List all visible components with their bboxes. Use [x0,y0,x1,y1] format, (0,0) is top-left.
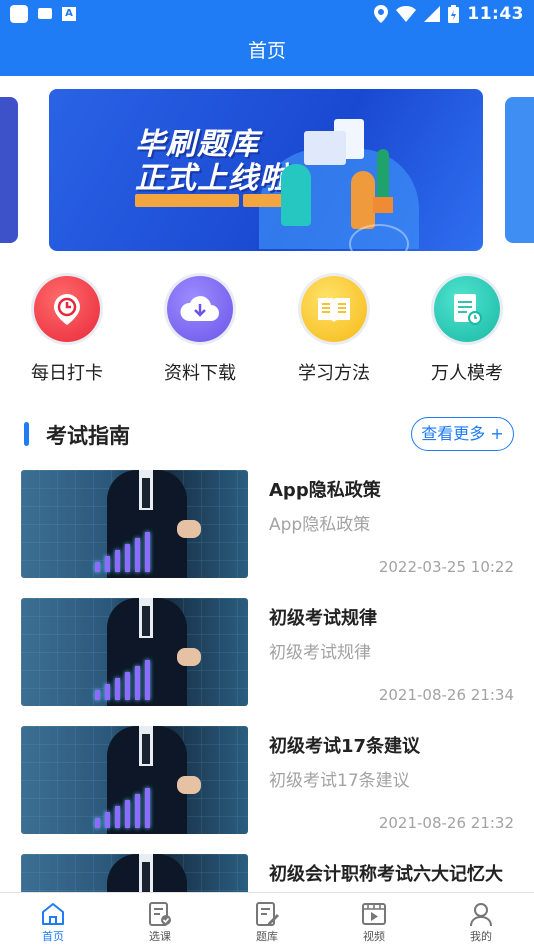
article-title: App隐私政策 [269,480,381,501]
section-title: 考试指南 [46,424,130,448]
quick-entry-mock-exam[interactable]: 万人模考 [417,276,517,385]
tab-profile[interactable]: 我的 [446,893,516,950]
exam-guide-section-header: 考试指南 查看更多 + [0,416,534,452]
app-screen: A 11:43 首页 毕刷题库 正式上线啦! 每日打卡 资料下载 学习方法 万人… [0,0,534,950]
banner-pot-illustration [373,197,393,213]
home-icon [42,903,64,925]
article-thumbnail [21,726,248,834]
banner-next-slide[interactable] [505,97,534,243]
article-thumbnail [21,598,248,706]
video-icon [362,903,386,925]
tab-video[interactable]: 视频 [339,893,409,950]
quick-entry-row: 每日打卡 资料下载 学习方法 万人模考 [0,276,534,386]
banner-person-illustration-2 [351,171,375,229]
app-notification-icon [10,5,28,23]
notification-icons: A [10,5,76,23]
text-notification-icon: A [62,7,76,21]
alarm-clock-icon [34,276,100,342]
page-title: 首页 [247,40,286,62]
status-right: 11:43 [374,4,524,24]
battery-icon [448,5,460,23]
location-icon [374,5,389,23]
article-item[interactable]: App隐私政策 App隐私政策 2022-03-25 10:22 [0,470,534,578]
quick-entry-checkin[interactable]: 每日打卡 [17,276,117,385]
article-summary: 初级考试规律 [269,643,371,663]
tab-label: 视频 [363,930,385,943]
banner-prev-slide[interactable] [0,97,18,243]
article-item[interactable]: 初级考试17条建议 初级考试17条建议 2021-08-26 21:32 [0,726,534,834]
bottom-tab-bar: 首页 选课 题库 视频 我的 [0,892,534,950]
wifi-icon [396,6,417,22]
status-bar: A 11:43 [0,0,534,28]
question-bank-icon [256,902,279,926]
banner-slide[interactable]: 毕刷题库 正式上线啦! [49,89,483,251]
course-icon [149,902,171,926]
section-accent-bar [24,422,29,446]
exam-paper-icon [434,276,500,342]
signal-icon [424,6,441,22]
quick-entry-method[interactable]: 学习方法 [284,276,384,385]
view-more-button[interactable]: 查看更多 + [411,417,514,451]
article-title: 初级考试规律 [269,608,377,629]
cloud-download-icon [167,276,233,342]
tab-label: 选课 [149,930,171,943]
banner-headline-2: 正式上线啦! [135,161,305,196]
article-date: 2022-03-25 10:22 [378,558,514,576]
tab-question-bank[interactable]: 题库 [232,893,302,950]
tab-course[interactable]: 选课 [125,893,195,950]
article-date: 2021-08-26 21:32 [378,814,514,832]
top-bar: A 11:43 首页 [0,0,534,76]
article-summary: App隐私政策 [269,515,371,535]
mail-notification-icon [38,8,52,19]
profile-icon [470,903,492,927]
quick-entry-label: 万人模考 [431,363,503,384]
quick-entry-label: 每日打卡 [31,363,103,384]
tab-label: 题库 [256,930,278,943]
tab-label: 首页 [42,930,64,943]
book-icon [301,276,367,342]
article-title: 初级考试17条建议 [269,736,421,757]
article-summary: 初级考试17条建议 [269,771,410,791]
banner-person-illustration [281,164,311,226]
clock: 11:43 [467,4,524,24]
article-title: 初级会计职称考试六大记忆大 [269,864,503,885]
tab-home[interactable]: 首页 [18,893,88,950]
article-thumbnail [21,470,248,578]
quick-entry-label: 学习方法 [298,363,370,384]
banner-screen-icon [304,131,346,165]
article-date: 2021-08-26 21:34 [378,686,514,704]
quick-entry-download[interactable]: 资料下载 [150,276,250,385]
banner-tag [135,194,239,207]
quick-entry-label: 资料下载 [164,363,236,384]
tab-label: 我的 [470,930,492,943]
article-item[interactable]: 初级考试规律 初级考试规律 2021-08-26 21:34 [0,598,534,706]
